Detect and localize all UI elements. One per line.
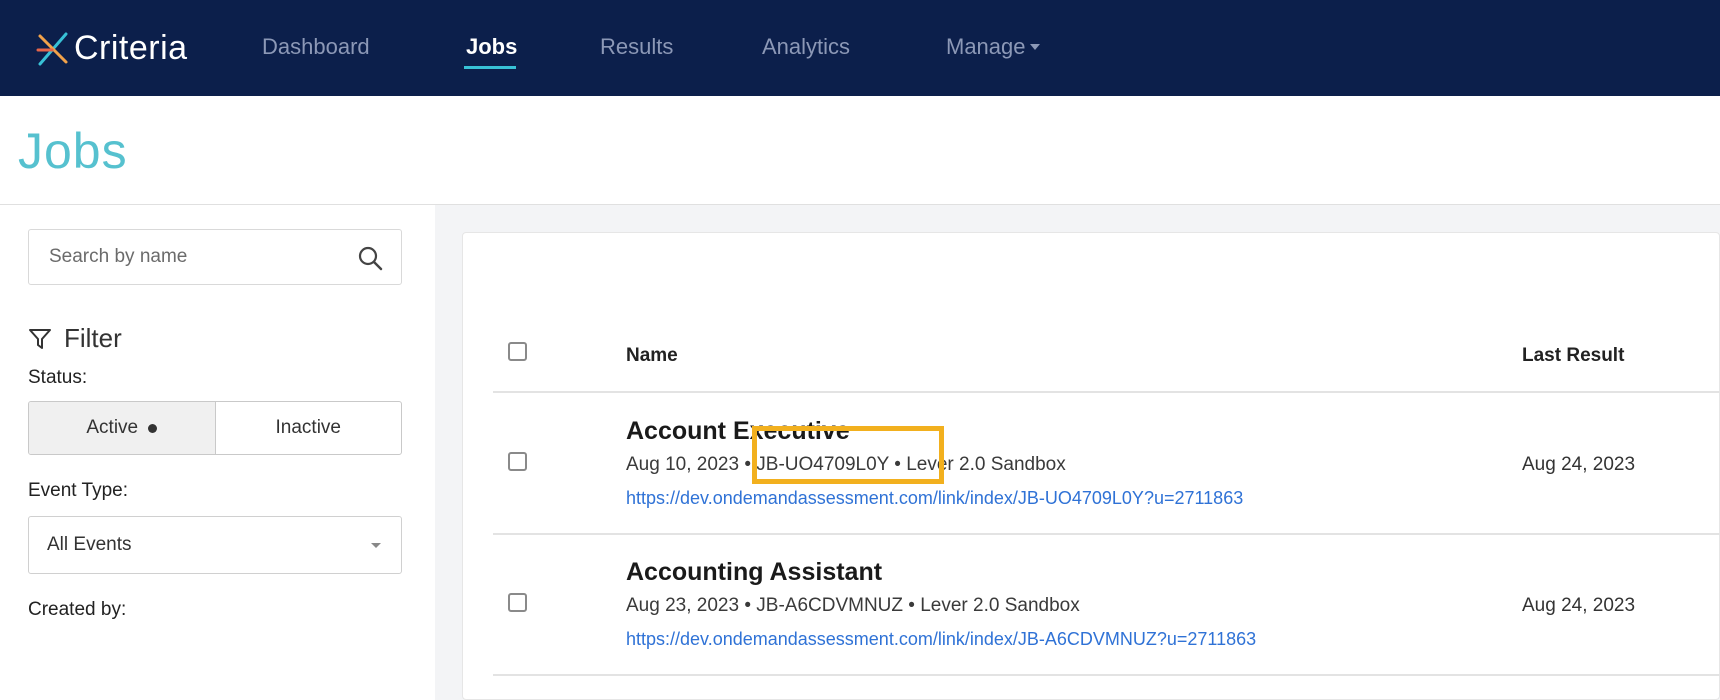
event-type-label: Event Type: — [28, 480, 128, 501]
page-title: Jobs — [18, 123, 128, 179]
separator: • — [744, 454, 751, 475]
selected-dot-icon — [148, 423, 158, 433]
search-input[interactable] — [47, 240, 337, 274]
job-link[interactable]: https://dev.ondemandassessment.com/link/… — [626, 629, 1256, 650]
filter-sidebar: Filter Status: Active Inactive Event Typ… — [0, 205, 435, 700]
filter-label: Filter — [64, 323, 122, 353]
filter-heading: Filter — [28, 323, 122, 354]
column-header-name[interactable]: Name — [626, 345, 678, 367]
job-id: JB-UO4709L0Y — [756, 454, 889, 475]
row-checkbox[interactable] — [508, 593, 527, 612]
row-divider-line — [493, 533, 1720, 535]
nav-manage[interactable]: Manage — [946, 34, 1040, 60]
job-date: Aug 23, 2023 — [626, 595, 740, 616]
row-checkbox[interactable] — [508, 452, 527, 471]
status-active-button[interactable]: Active — [29, 402, 216, 454]
separator: • — [894, 454, 901, 475]
separator: • — [744, 595, 751, 616]
top-navigation-bar: Criteria Dashboard Jobs Results Analytic… — [0, 0, 1720, 96]
status-toggle: Active Inactive — [28, 401, 402, 455]
filter-icon — [29, 328, 51, 349]
nav-results[interactable]: Results — [600, 34, 673, 60]
separator: • — [908, 595, 915, 616]
criteria-logo[interactable]: Criteria — [36, 26, 188, 70]
job-meta: Aug 23, 2023 • JB-A6CDVMNUZ • Lever 2.0 … — [626, 595, 1080, 617]
job-meta: Aug 10, 2023 • JB-UO4709L0Y • Lever 2.0 … — [626, 454, 1066, 476]
event-type-select[interactable]: All Events — [28, 516, 402, 574]
nav-jobs[interactable]: Jobs — [466, 34, 517, 60]
nav-manage-label: Manage — [946, 34, 1026, 59]
header-divider-line — [493, 391, 1720, 393]
criteria-logo-icon — [36, 32, 68, 66]
job-source: Lever 2.0 Sandbox — [920, 595, 1080, 616]
event-type-value: All Events — [47, 534, 132, 555]
status-inactive-button[interactable]: Inactive — [216, 402, 402, 454]
nav-analytics[interactable]: Analytics — [762, 34, 850, 60]
job-date: Aug 10, 2023 — [626, 454, 740, 475]
search-icon[interactable] — [357, 245, 383, 271]
job-id: JB-A6CDVMNUZ — [756, 595, 903, 616]
status-label: Status: — [28, 367, 88, 388]
last-result-date: Aug 24, 2023 — [1522, 454, 1636, 475]
chevron-down-icon — [1029, 44, 1040, 50]
status-active-label: Active — [86, 417, 139, 438]
status-inactive-label: Inactive — [275, 417, 341, 438]
nav-dashboard[interactable]: Dashboard — [262, 34, 370, 60]
job-link[interactable]: https://dev.ondemandassessment.com/link/… — [626, 488, 1243, 509]
column-header-last-result[interactable]: Last Result — [1522, 345, 1624, 367]
select-all-checkbox[interactable] — [508, 342, 527, 361]
logo-text: Criteria — [74, 28, 188, 67]
row-divider-line — [493, 674, 1720, 676]
job-name[interactable]: Accounting Assistant — [626, 558, 882, 587]
last-result-date: Aug 24, 2023 — [1522, 595, 1636, 616]
job-name[interactable]: Account Executive — [626, 417, 850, 446]
created-by-label: Created by: — [28, 599, 127, 620]
nav-jobs-active-indicator — [464, 66, 516, 69]
chevron-down-icon — [371, 543, 381, 548]
job-source: Lever 2.0 Sandbox — [906, 454, 1066, 475]
search-box — [28, 229, 402, 285]
